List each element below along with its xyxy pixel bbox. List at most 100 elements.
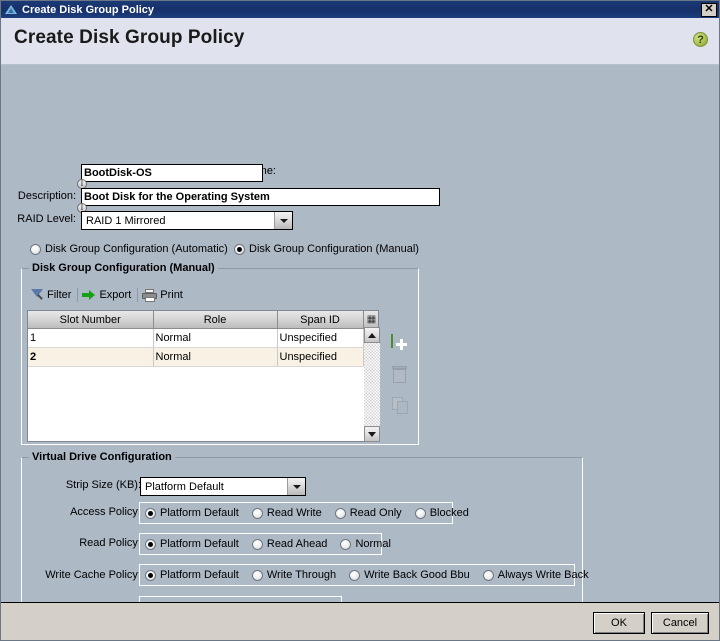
radio-label: Disk Group Configuration (Automatic) bbox=[45, 243, 228, 255]
read-policy-row: Read Policy: bbox=[21, 537, 141, 549]
print-button[interactable]: Print bbox=[140, 286, 187, 304]
strip-size-label: Strip Size (KB): bbox=[65, 479, 141, 491]
access-policy-row: Access Policy: bbox=[21, 506, 141, 518]
radio-dot-icon bbox=[334, 507, 346, 519]
modify-row-button bbox=[391, 397, 411, 417]
radio-label: Blocked bbox=[429, 507, 469, 519]
description-row: Description: bbox=[1, 190, 76, 202]
scroll-up-icon[interactable] bbox=[364, 327, 380, 343]
radio-label: Platform Default bbox=[160, 507, 239, 519]
radio-dot-icon bbox=[145, 538, 156, 550]
radio-disk-group-automatic[interactable]: Disk Group Configuration (Automatic) bbox=[30, 243, 228, 255]
toolbar-divider bbox=[77, 288, 79, 302]
radio-disk-group-manual[interactable]: Disk Group Configuration (Manual) bbox=[234, 243, 419, 255]
table-header-row: Slot Number Role Span ID ▦ bbox=[28, 311, 378, 329]
radio-read-normal[interactable]: Normal bbox=[340, 538, 391, 550]
raid-level-value: RAID 1 Mirrored bbox=[86, 214, 166, 227]
cancel-button[interactable]: Cancel bbox=[651, 612, 709, 634]
radio-dot-icon bbox=[251, 507, 263, 519]
chevron-down-icon bbox=[274, 212, 292, 229]
radio-write-platform-default[interactable]: Platform Default bbox=[145, 569, 239, 581]
export-button[interactable]: Export bbox=[80, 286, 135, 304]
table: Slot Number Role Span ID ▦ 1 Normal Unsp… bbox=[28, 311, 378, 367]
close-icon[interactable]: ✕ bbox=[701, 2, 717, 17]
raid-level-select[interactable]: RAID 1 Mirrored bbox=[81, 211, 293, 230]
filter-icon bbox=[30, 288, 44, 302]
radio-read-platform-default[interactable]: Platform Default bbox=[145, 538, 239, 550]
cell-slot-number: 2 bbox=[28, 347, 154, 367]
export-icon bbox=[82, 289, 96, 301]
filter-button[interactable]: Filter bbox=[28, 286, 75, 304]
radio-dot-icon bbox=[340, 538, 352, 550]
virtual-drive-panel-legend: Virtual Drive Configuration bbox=[29, 451, 175, 463]
app-triangle-icon bbox=[4, 3, 18, 16]
dialog-body: Name: I Description: I RAID Level: RAID … bbox=[1, 65, 719, 640]
radio-label: Read Write bbox=[266, 507, 322, 519]
radio-dot-icon bbox=[145, 507, 156, 519]
radio-dot-icon bbox=[482, 569, 494, 581]
write-cache-policy-options: Platform Default Write Through Write Bac… bbox=[139, 564, 589, 586]
table-row[interactable]: 1 Normal Unspecified bbox=[28, 328, 378, 348]
radio-dot-icon bbox=[234, 243, 245, 255]
toolbar-divider bbox=[137, 288, 139, 302]
cell-span-id: Unspecified bbox=[277, 347, 364, 367]
strip-size-select[interactable]: Platform Default bbox=[140, 477, 306, 496]
column-header-span-id[interactable]: Span ID bbox=[277, 311, 364, 329]
radio-label: Normal bbox=[355, 538, 391, 550]
radio-dot-icon bbox=[30, 243, 41, 255]
add-row-button[interactable] bbox=[391, 334, 411, 355]
radio-dot-icon bbox=[251, 538, 263, 550]
delete-row-button bbox=[391, 366, 411, 386]
table-row[interactable]: 2 Normal Unspecified bbox=[28, 347, 378, 367]
scroll-down-icon[interactable] bbox=[364, 426, 380, 442]
cell-slot-number: 1 bbox=[28, 328, 154, 348]
radio-write-write-through[interactable]: Write Through bbox=[251, 569, 337, 581]
radio-access-platform-default[interactable]: Platform Default bbox=[145, 507, 239, 519]
radio-access-read-write[interactable]: Read Write bbox=[251, 507, 322, 519]
radio-dot-icon bbox=[251, 569, 263, 581]
access-policy-options: Platform Default Read Write Read Only Bl… bbox=[139, 502, 469, 524]
radio-dot-icon bbox=[349, 569, 361, 581]
filter-label: Filter bbox=[47, 289, 72, 301]
description-input[interactable] bbox=[81, 188, 440, 206]
radio-label: Write Through bbox=[266, 569, 337, 581]
dialog-footer: OK Cancel bbox=[1, 602, 719, 640]
raid-level-row: RAID Level: bbox=[1, 213, 76, 225]
radio-access-blocked[interactable]: Blocked bbox=[414, 507, 469, 519]
access-policy-label: Access Policy: bbox=[70, 506, 141, 518]
description-label: Description: bbox=[17, 190, 76, 202]
chevron-down-icon bbox=[287, 478, 305, 495]
radio-dot-icon bbox=[414, 507, 426, 519]
radio-label: Platform Default bbox=[160, 538, 239, 550]
radio-write-always-write-back[interactable]: Always Write Back bbox=[482, 569, 589, 581]
write-cache-policy-label: Write Cache Policy: bbox=[45, 569, 141, 581]
disk-group-panel-legend: Disk Group Configuration (Manual) bbox=[29, 262, 218, 274]
window-title: Create Disk Group Policy bbox=[22, 3, 155, 16]
radio-read-read-ahead[interactable]: Read Ahead bbox=[251, 538, 328, 550]
radio-access-read-only[interactable]: Read Only bbox=[334, 507, 402, 519]
create-disk-group-policy-dialog: Create Disk Group Policy ✕ Create Disk G… bbox=[0, 0, 720, 641]
column-header-slot-number[interactable]: Slot Number bbox=[28, 311, 154, 329]
radio-label: Platform Default bbox=[160, 569, 239, 581]
read-policy-options: Platform Default Read Ahead Normal bbox=[139, 533, 391, 555]
column-header-role[interactable]: Role bbox=[153, 311, 278, 329]
plus-icon bbox=[391, 334, 393, 348]
table-vertical-scrollbar[interactable] bbox=[364, 327, 380, 442]
cell-role: Normal bbox=[153, 347, 278, 367]
radio-label: Write Back Good Bbu bbox=[364, 569, 470, 581]
scrollbar-track[interactable] bbox=[364, 343, 380, 426]
strip-size-value: Platform Default bbox=[145, 480, 224, 493]
radio-label: Read Ahead bbox=[266, 538, 328, 550]
help-icon[interactable]: ? bbox=[693, 32, 708, 47]
radio-label: Always Write Back bbox=[497, 569, 589, 581]
column-settings-icon[interactable]: ▦ bbox=[363, 311, 378, 329]
radio-write-write-back-good-bbu[interactable]: Write Back Good Bbu bbox=[349, 569, 470, 581]
raid-level-label: RAID Level: bbox=[17, 213, 76, 225]
name-input[interactable] bbox=[81, 164, 263, 182]
page-title: Create Disk Group Policy bbox=[14, 27, 245, 48]
export-label: Export bbox=[99, 289, 132, 301]
print-label: Print bbox=[160, 289, 183, 301]
print-icon bbox=[142, 288, 158, 302]
ok-button[interactable]: OK bbox=[593, 612, 645, 634]
table-toolbar: Filter Export Print bbox=[28, 286, 187, 304]
